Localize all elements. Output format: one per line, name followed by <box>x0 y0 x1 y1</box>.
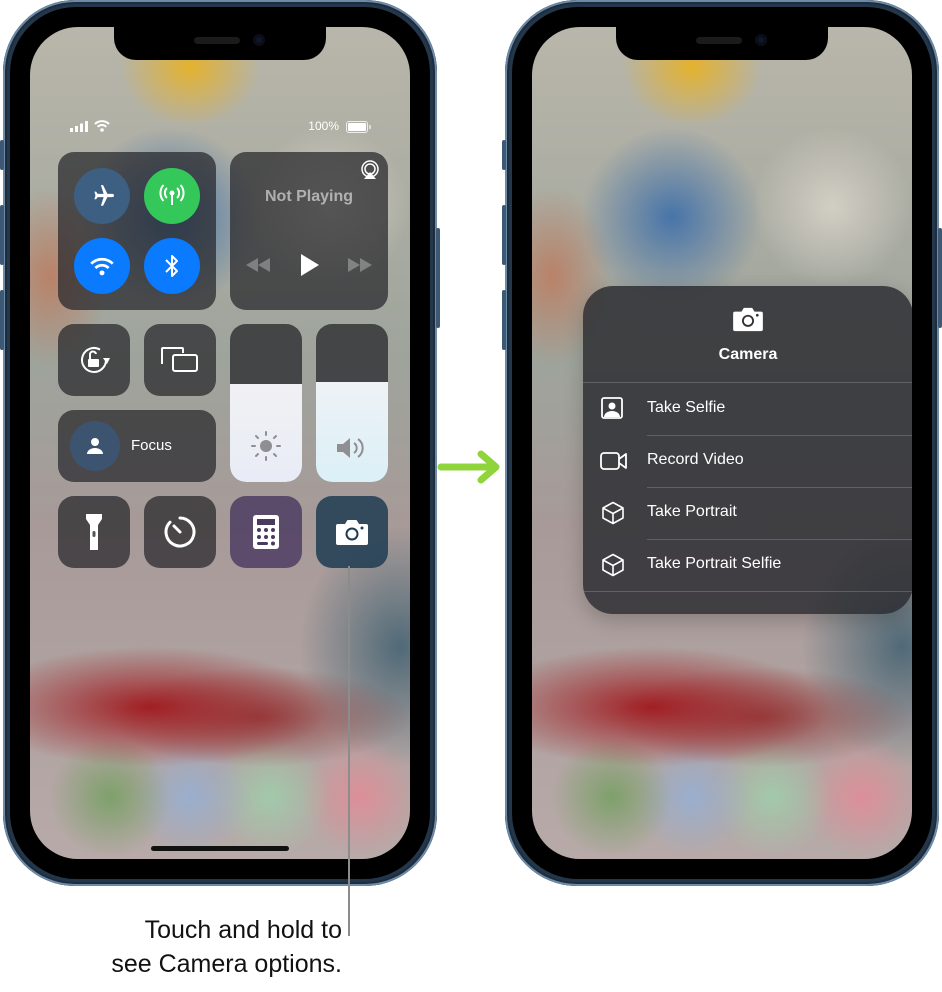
screen-mirroring-toggle[interactable] <box>144 324 216 396</box>
mute-switch <box>502 140 506 170</box>
timer-icon <box>164 516 196 548</box>
bluetooth-toggle[interactable] <box>144 238 200 294</box>
callout-leader-line <box>348 566 350 936</box>
sun-icon <box>251 431 281 461</box>
person-icon <box>87 438 103 454</box>
menu-item-take-selfie[interactable]: Take Selfie <box>583 383 912 435</box>
fast-forward-icon[interactable] <box>348 258 372 272</box>
menu-title: Camera <box>718 346 778 363</box>
right-iphone: Camera Take Selfie Record Video Take Por… <box>502 0 942 886</box>
menu-item-record-video[interactable]: Record Video <box>583 435 912 487</box>
volume-level-fill <box>316 382 388 482</box>
focus-label: Focus <box>131 437 172 454</box>
cellular-data-toggle[interactable] <box>144 168 200 224</box>
side-button <box>938 228 942 328</box>
cube-icon <box>602 553 624 577</box>
selfie-icon <box>601 397 623 419</box>
rewind-icon[interactable] <box>246 258 270 272</box>
video-camera-icon <box>600 452 627 470</box>
volume-down-button <box>0 290 4 350</box>
wifi-icon <box>90 257 114 276</box>
arrow-right-icon <box>437 450 500 484</box>
airplane-mode-toggle[interactable] <box>74 168 130 224</box>
wifi-icon <box>94 120 110 132</box>
divider <box>583 591 912 592</box>
menu-item-label: Take Selfie <box>647 399 726 416</box>
notch <box>114 27 326 60</box>
now-playing-title: Not Playing <box>264 188 353 205</box>
volume-up-button <box>0 205 4 265</box>
timer-button[interactable] <box>144 496 216 568</box>
control-center-screen: 100% Not Playing Focus <box>30 27 410 859</box>
orientation-lock-icon <box>81 347 110 373</box>
airplay-audio-icon[interactable] <box>360 160 380 180</box>
flashlight-icon <box>86 514 102 550</box>
menu-item-label: Take Portrait Selfie <box>647 555 782 572</box>
status-bar: 100% <box>70 119 371 135</box>
volume-slider[interactable] <box>316 324 388 482</box>
cellular-signal-icon <box>70 121 88 132</box>
caption-line-1: Touch and hold to <box>144 916 342 944</box>
volume-down-button <box>502 290 506 350</box>
caption-line-2: see Camera options. <box>111 950 342 978</box>
brightness-slider[interactable] <box>230 324 302 482</box>
focus-button[interactable]: Focus <box>58 410 216 482</box>
camera-icon <box>336 520 368 545</box>
home-indicator[interactable] <box>151 846 289 851</box>
now-playing-module[interactable]: Not Playing <box>230 152 388 310</box>
speaker-icon <box>337 438 364 458</box>
focus-icon-circle <box>70 421 120 471</box>
volume-up-button <box>502 205 506 265</box>
camera-icon <box>733 307 763 332</box>
menu-header: Camera <box>583 286 912 382</box>
screen-mirroring-icon <box>161 347 198 372</box>
orientation-lock-toggle[interactable] <box>58 324 130 396</box>
earpiece-speaker <box>194 37 240 44</box>
side-button <box>436 228 440 328</box>
menu-item-label: Record Video <box>647 451 744 468</box>
connectivity-module <box>58 152 216 310</box>
calculator-icon <box>253 515 279 549</box>
mute-switch <box>0 140 4 170</box>
notch <box>616 27 828 60</box>
play-icon[interactable] <box>300 253 320 277</box>
battery-full-icon <box>346 121 371 133</box>
camera-menu-screen: Camera Take Selfie Record Video Take Por… <box>532 27 912 859</box>
front-camera <box>253 34 265 46</box>
left-iphone: 100% Not Playing Focus <box>0 0 440 886</box>
camera-button[interactable] <box>316 496 388 568</box>
camera-context-menu: Camera Take Selfie Record Video Take Por… <box>583 286 912 614</box>
callout-caption: Touch and hold to see Camera options. <box>111 913 342 981</box>
flashlight-button[interactable] <box>58 496 130 568</box>
menu-item-label: Take Portrait <box>647 503 737 520</box>
cube-icon <box>602 501 624 525</box>
bluetooth-icon <box>165 255 178 277</box>
menu-item-take-portrait-selfie[interactable]: Take Portrait Selfie <box>583 539 912 591</box>
front-camera <box>755 34 767 46</box>
menu-item-take-portrait[interactable]: Take Portrait <box>583 487 912 539</box>
calculator-button[interactable] <box>230 496 302 568</box>
antenna-icon <box>159 184 185 205</box>
earpiece-speaker <box>696 37 742 44</box>
battery-percent: 100% <box>308 119 339 133</box>
wifi-toggle[interactable] <box>74 238 130 294</box>
airplane-icon <box>94 185 114 206</box>
